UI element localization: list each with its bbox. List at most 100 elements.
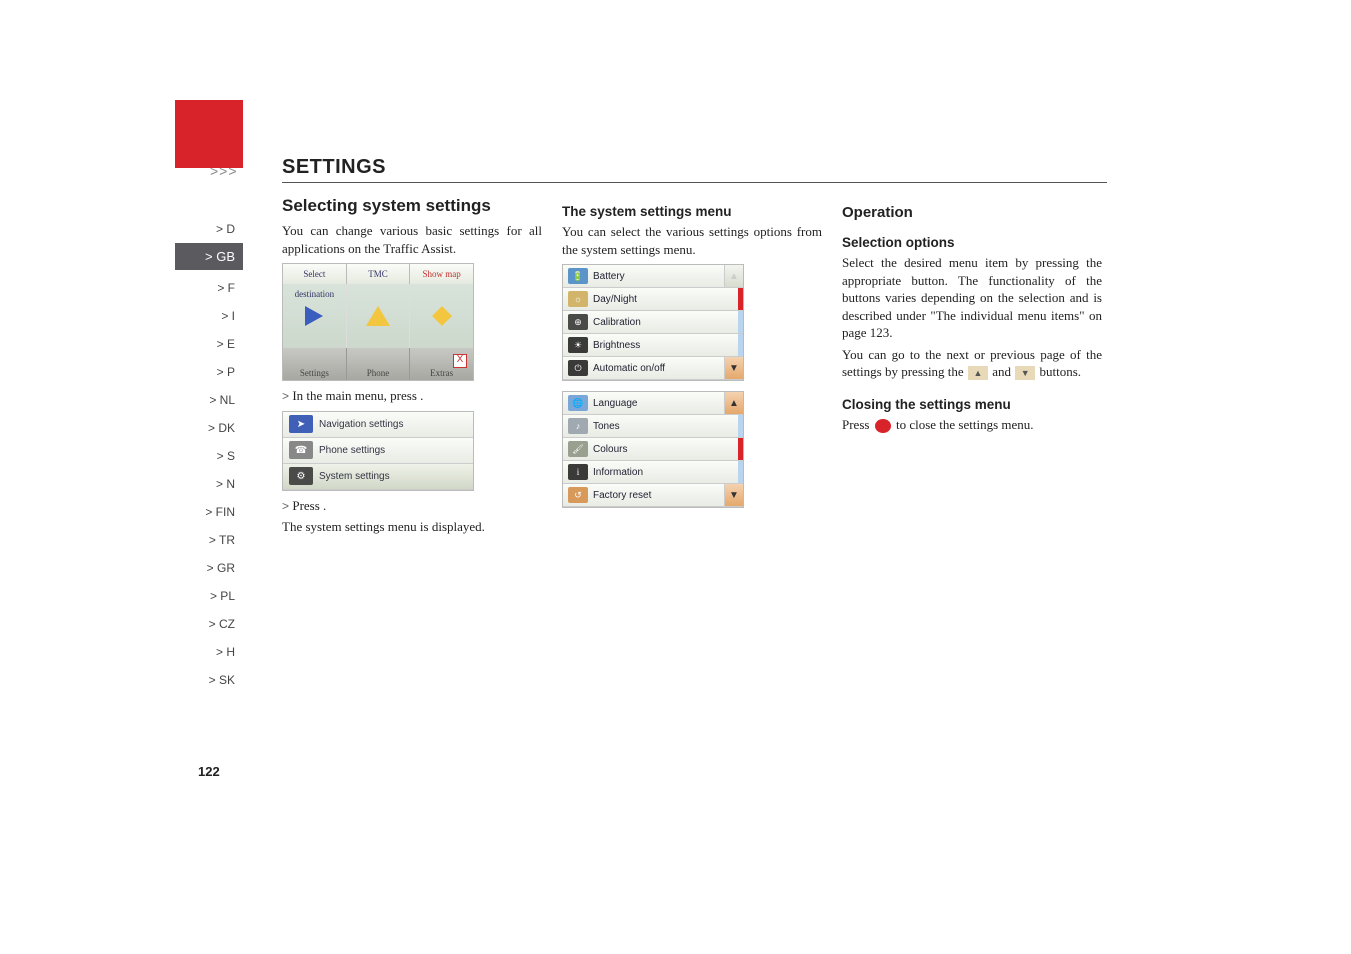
paragraph-closing: Press to close the settings menu. — [842, 416, 1102, 434]
nav-settings-icon: ➤ — [289, 415, 313, 433]
close-x-icon[interactable]: X — [453, 354, 467, 368]
scroll-down-active[interactable]: ▼ — [724, 357, 743, 379]
p2c: buttons. — [1036, 364, 1081, 379]
sidebar-item-p[interactable]: > P — [175, 358, 243, 386]
day-night-label: Day/Night — [593, 294, 637, 305]
p3a: Press — [842, 417, 873, 432]
map-pin-icon — [432, 306, 452, 326]
subheading-selection-options: Selection options — [842, 235, 1102, 250]
column-system-menu: The system settings menu You can select … — [562, 196, 822, 540]
sidebar-item-i[interactable]: > I — [175, 302, 243, 330]
step-press: > Press . — [282, 497, 542, 515]
step2-arrow: > — [282, 499, 292, 513]
scroll-up-dim: ▲ — [724, 265, 743, 287]
menu-item-factory-reset[interactable]: ↺ Factory reset ▼ — [563, 484, 743, 507]
sidebar-item-h[interactable]: > H — [175, 638, 243, 666]
sidebar-item-dk[interactable]: > DK — [175, 414, 243, 442]
menu-item-tones[interactable]: ♪ Tones — [563, 415, 743, 438]
inline-up-arrow-icon: ▲ — [968, 366, 988, 380]
page-number: 122 — [198, 764, 220, 779]
subheading-closing: Closing the settings menu — [842, 397, 1102, 412]
sidebar-item-gb[interactable]: > GB — [175, 243, 243, 270]
tmc-warn-icon — [366, 306, 390, 326]
scroll-track-3 — [738, 415, 743, 437]
day-night-icon: ☼ — [568, 291, 588, 307]
tones-label: Tones — [593, 421, 620, 432]
sidebar-item-d[interactable]: > D — [175, 215, 243, 243]
header-rule — [282, 182, 1107, 183]
scroll-indicator-red-2 — [738, 438, 743, 460]
calibration-icon: ⊕ — [568, 314, 588, 330]
menu-item-auto-on-off[interactable]: ⏻ Automatic on/off ▼ — [563, 357, 743, 380]
menu-item-brightness[interactable]: ☀ Brightness — [563, 334, 743, 357]
scroll-up-active[interactable]: ▲ — [724, 392, 743, 414]
sidebar-item-e[interactable]: > E — [175, 330, 243, 358]
section-title: SETTINGS — [282, 156, 386, 179]
list-item-phone-settings[interactable]: ☎ Phone settings — [283, 438, 473, 464]
phone-settings-label: Phone settings — [319, 445, 385, 456]
menu-item-information[interactable]: i Information — [563, 461, 743, 484]
sidebar-item-n[interactable]: > N — [175, 470, 243, 498]
screenshot-system-menu-top: 🔋 Battery ▲ ☼ Day/Night ⊕ Calibration — [562, 264, 744, 381]
screenshot-main-menu: Select destination TMC Show map Settings… — [282, 263, 474, 381]
language-icon: 🌐 — [568, 395, 588, 411]
menu-item-battery[interactable]: 🔋 Battery ▲ — [563, 265, 743, 288]
sidebar-item-tr[interactable]: > TR — [175, 526, 243, 554]
main-tab-select-destination[interactable]: Select destination — [283, 264, 347, 284]
header-red-block — [175, 100, 243, 168]
information-label: Information — [593, 467, 643, 478]
brightness-icon: ☀ — [568, 337, 588, 353]
main-tab-show-map[interactable]: Show map — [410, 264, 473, 284]
paragraph-selection-options: Select the desired menu item by pressing… — [842, 254, 1102, 342]
scroll-track-2 — [738, 334, 743, 356]
step1-text: In the main menu, press — [292, 388, 420, 403]
sidebar-item-f[interactable]: > F — [175, 274, 243, 302]
sidebar-item-gr[interactable]: > GR — [175, 554, 243, 582]
extras-label: Extras — [430, 368, 453, 378]
tones-icon: ♪ — [568, 418, 588, 434]
menu-item-day-night[interactable]: ☼ Day/Night — [563, 288, 743, 311]
scroll-indicator-red — [738, 288, 743, 310]
sidebar-item-sk[interactable]: > SK — [175, 666, 243, 694]
p2b: and — [989, 364, 1014, 379]
column-operation: Operation Selection options Select the d… — [842, 196, 1102, 540]
menu-item-calibration[interactable]: ⊕ Calibration — [563, 311, 743, 334]
list-item-navigation-settings[interactable]: ➤ Navigation settings — [283, 412, 473, 438]
battery-label: Battery — [593, 271, 625, 282]
main-bottom-phone[interactable]: Phone — [347, 348, 411, 380]
destination-arrow-icon — [305, 306, 323, 326]
paragraph-system-menu: You can select the various settings opti… — [562, 223, 822, 258]
step-arrow: > — [282, 389, 292, 403]
list-item-system-settings[interactable]: ⚙ System settings — [283, 464, 473, 490]
screenshot-system-menu-bottom: 🌐 Language ▲ ♪ Tones 🖌 Colours — [562, 391, 744, 508]
column-selecting-settings: Selecting system settings You can change… — [282, 196, 542, 540]
inline-down-arrow-icon: ▼ — [1015, 366, 1035, 380]
colours-label: Colours — [593, 444, 627, 455]
sidebar-item-nl[interactable]: > NL — [175, 386, 243, 414]
battery-icon: 🔋 — [568, 268, 588, 284]
sidebar-item-fin[interactable]: > FIN — [175, 498, 243, 526]
p3b: to close the settings menu. — [893, 417, 1034, 432]
factory-reset-label: Factory reset — [593, 490, 651, 501]
main-tab-tmc[interactable]: TMC — [347, 264, 411, 284]
language-sidebar: > D > GB > F > I > E > P > NL > DK > S >… — [175, 215, 243, 694]
step-main-press: > In the main menu, press . — [282, 387, 542, 405]
sidebar-item-s[interactable]: > S — [175, 442, 243, 470]
main-bottom-extras[interactable]: Extras X — [410, 348, 473, 380]
menu-item-colours[interactable]: 🖌 Colours — [563, 438, 743, 461]
auto-onoff-label: Automatic on/off — [593, 363, 665, 374]
heading-system-menu: The system settings menu — [562, 204, 822, 219]
step2-text: Press — [292, 498, 323, 513]
step1-suffix: . — [420, 388, 423, 403]
paragraph-page-nav: You can go to the next or previous page … — [842, 346, 1102, 381]
phone-settings-icon: ☎ — [289, 441, 313, 459]
step2-suffix: . — [323, 498, 326, 513]
scroll-down-active-2[interactable]: ▼ — [724, 484, 743, 506]
menu-item-language[interactable]: 🌐 Language ▲ — [563, 392, 743, 415]
information-icon: i — [568, 464, 588, 480]
main-bottom-settings[interactable]: Settings — [283, 348, 347, 380]
scroll-track-4 — [738, 461, 743, 483]
sidebar-item-cz[interactable]: > CZ — [175, 610, 243, 638]
sidebar-item-pl[interactable]: > PL — [175, 582, 243, 610]
back-button-icon — [875, 419, 891, 433]
